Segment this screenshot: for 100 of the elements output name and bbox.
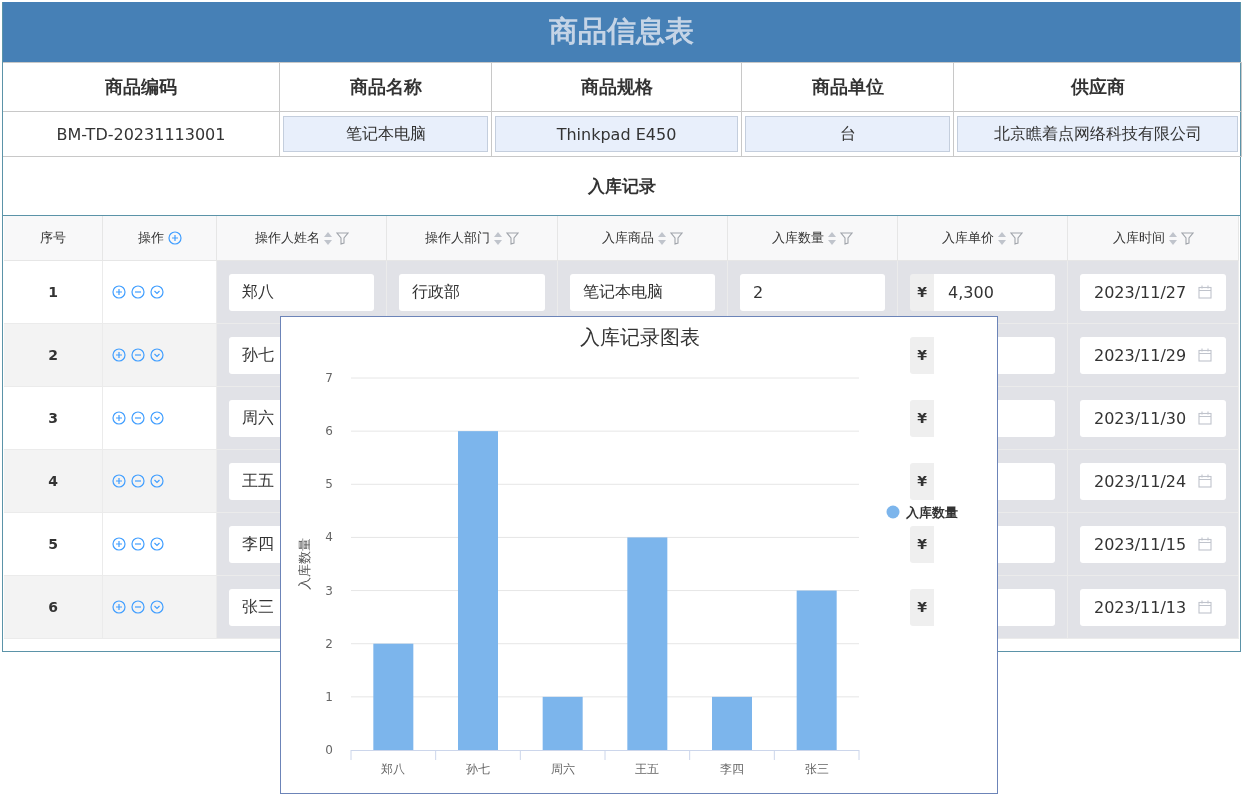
chevron-down-icon[interactable] — [150, 285, 164, 299]
chevron-down-icon[interactable] — [150, 600, 164, 614]
filter-icon[interactable] — [1010, 231, 1023, 245]
date-value: 2023/11/13 — [1094, 597, 1187, 617]
header-label: 入库时间 — [1112, 229, 1165, 247]
section-title: 入库记录 — [587, 174, 656, 198]
column-header: 商品规格 — [492, 62, 742, 112]
add-icon[interactable] — [112, 411, 126, 425]
currency-label: ¥ — [910, 336, 934, 374]
sort-icon[interactable] — [494, 231, 502, 245]
filter-icon[interactable] — [506, 231, 519, 245]
chevron-down-icon[interactable] — [150, 411, 164, 425]
row-number: 2 — [4, 324, 103, 387]
calendar-icon — [1198, 600, 1212, 614]
department-field[interactable]: 行政部 — [399, 273, 545, 311]
date-field[interactable]: 2023/11/30 — [1080, 399, 1226, 437]
axis-tick-label: 李四 — [720, 762, 744, 776]
remove-icon[interactable] — [131, 537, 145, 551]
remove-icon[interactable] — [131, 600, 145, 614]
axis-tick-label: 4 — [325, 530, 333, 545]
table-cell: BM-TD-20231113001 — [3, 112, 280, 157]
column-header: 商品名称 — [280, 62, 492, 112]
filter-icon[interactable] — [1180, 231, 1194, 245]
sort-icon[interactable] — [828, 231, 836, 245]
column-header: 供应商 — [954, 62, 1242, 112]
row-number: 6 — [4, 576, 103, 639]
remove-icon[interactable] — [131, 348, 145, 362]
row-number: 4 — [4, 450, 103, 513]
row-number: 5 — [4, 513, 103, 576]
date-field[interactable]: 2023/11/15 — [1080, 525, 1226, 563]
sort-icon[interactable] — [658, 231, 666, 245]
axis-tick-label: 周六 — [550, 762, 575, 776]
name-field[interactable]: 郑八 — [229, 273, 374, 311]
remove-icon[interactable] — [131, 411, 145, 425]
row-number: 1 — [4, 261, 103, 324]
row-number: 3 — [4, 387, 103, 450]
axis-tick-label: 孙七 — [466, 762, 490, 776]
bar — [712, 696, 752, 750]
axis-tick-label: 5 — [325, 477, 333, 492]
calendar-icon — [1198, 537, 1212, 551]
product-field[interactable]: 笔记本电脑 — [570, 273, 715, 311]
input-field[interactable]: 台 — [745, 116, 950, 152]
chart-title: 入库记录图表 — [580, 325, 700, 349]
axis-tick-label: 2 — [325, 636, 333, 651]
column-header: 商品单位 — [742, 62, 954, 112]
calendar-icon — [1198, 285, 1212, 299]
add-icon[interactable] — [112, 348, 126, 362]
header-label: 操作 — [137, 229, 164, 247]
quantity-field[interactable]: 2 — [740, 273, 885, 311]
input-field[interactable]: Thinkpad E450 — [495, 116, 738, 152]
sort-icon[interactable] — [998, 231, 1006, 245]
sort-icon[interactable] — [323, 231, 332, 245]
axis-title: 入库数量 — [297, 538, 312, 590]
header-label: 入库单价 — [942, 229, 994, 247]
add-icon[interactable] — [112, 474, 126, 488]
legend-label: 入库数量 — [906, 505, 958, 520]
axis-tick-label: 7 — [325, 371, 333, 385]
bar — [542, 696, 583, 750]
filter-icon[interactable] — [670, 231, 683, 245]
calendar-icon — [1198, 348, 1212, 362]
currency-label: ¥ — [910, 525, 934, 563]
currency-label: ¥ — [910, 462, 934, 500]
date-field[interactable]: 2023/11/13 — [1080, 588, 1226, 626]
remove-icon[interactable] — [131, 474, 145, 488]
date-field[interactable]: 2023/11/27 — [1080, 273, 1226, 311]
axis-tick-label: 3 — [325, 583, 333, 598]
header-label: 操作人部门 — [425, 229, 490, 247]
input-field[interactable]: 笔记本电脑 — [283, 116, 488, 152]
header-label: 入库数量 — [772, 229, 824, 247]
axis-tick-label: 6 — [325, 424, 333, 439]
add-icon[interactable] — [112, 600, 126, 614]
header-label: 入库商品 — [602, 229, 654, 247]
chevron-down-icon[interactable] — [150, 474, 164, 488]
axis-tick-label: 1 — [325, 689, 333, 704]
chevron-down-icon[interactable] — [150, 537, 164, 551]
price-field[interactable]: 4,300 — [934, 273, 1055, 311]
add-icon[interactable] — [167, 231, 182, 245]
axis-tick-label: 张三 — [804, 762, 829, 776]
currency-label: ¥ — [910, 588, 934, 626]
header-label: 操作人姓名 — [254, 229, 320, 247]
header-label: 序号 — [40, 229, 66, 247]
add-icon[interactable] — [112, 537, 126, 551]
date-value: 2023/11/15 — [1094, 534, 1187, 554]
currency-label: ¥ — [910, 399, 934, 437]
input-field[interactable]: 北京瞧着点网络科技有限公司 — [957, 116, 1238, 152]
axis-tick-label: 郑八 — [381, 762, 406, 776]
sort-icon[interactable] — [1168, 231, 1177, 245]
chevron-down-icon[interactable] — [150, 348, 164, 362]
currency-label: ¥ — [910, 273, 934, 311]
date-value: 2023/11/30 — [1094, 408, 1187, 428]
filter-icon[interactable] — [840, 231, 853, 245]
date-field[interactable]: 2023/11/29 — [1080, 336, 1226, 374]
date-field[interactable]: 2023/11/24 — [1080, 462, 1226, 500]
remove-icon[interactable] — [131, 285, 145, 299]
axis-tick-label: 0 — [325, 743, 333, 757]
add-icon[interactable] — [112, 285, 126, 299]
axis-tick-label: 王五 — [635, 762, 660, 776]
calendar-icon — [1198, 411, 1212, 425]
filter-icon[interactable] — [335, 231, 349, 245]
page-title: 商品信息表 — [549, 13, 694, 50]
